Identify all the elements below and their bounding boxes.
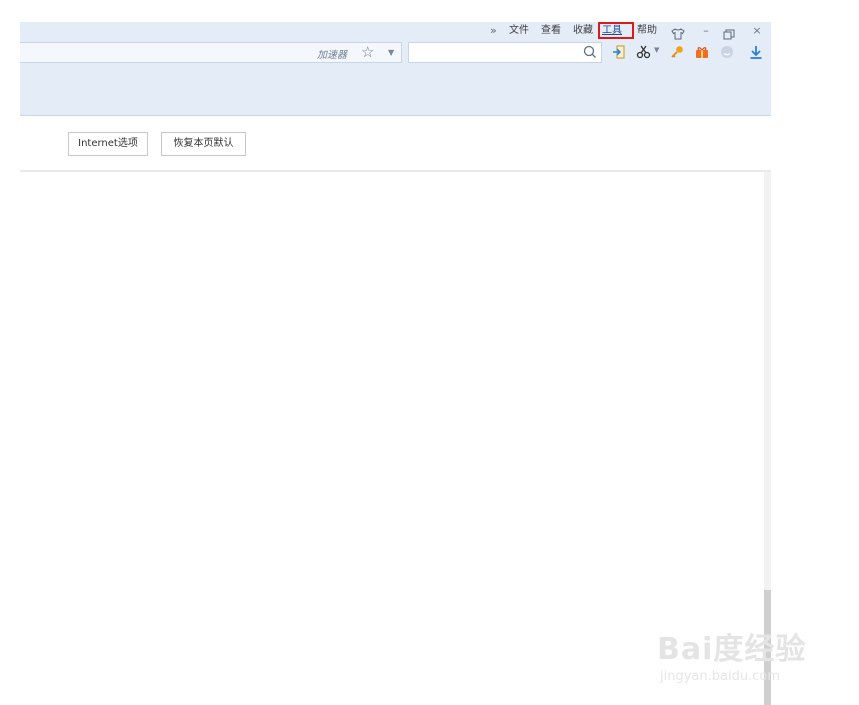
watermark-logo: Bai度经验 — [657, 632, 807, 667]
menu-tools[interactable]: 工具 — [598, 22, 634, 39]
menu-file[interactable]: 文件 — [509, 22, 529, 39]
browser-chrome — [20, 22, 771, 116]
menu-favorites[interactable]: 收藏 — [573, 22, 593, 39]
accelerator-label[interactable]: 加速器 — [317, 46, 347, 61]
login-icon[interactable] — [611, 44, 627, 60]
divider — [20, 170, 771, 172]
internet-options-button[interactable]: Internet选项 — [68, 132, 148, 156]
menu-overflow-icon[interactable]: » — [490, 22, 497, 39]
minimize-button[interactable]: – — [699, 22, 713, 39]
download-icon[interactable] — [748, 44, 764, 60]
star-icon[interactable]: ☆ — [361, 42, 374, 62]
shirt-icon[interactable] — [671, 25, 685, 40]
menu-view[interactable]: 查看 — [541, 22, 561, 39]
search-input[interactable] — [408, 42, 602, 63]
gift-icon[interactable] — [694, 44, 710, 60]
caret-down-icon[interactable]: ▼ — [388, 44, 394, 62]
key-icon[interactable] — [669, 44, 685, 60]
smiley-icon[interactable] — [719, 44, 735, 60]
close-button[interactable]: × — [750, 22, 764, 39]
watermark-url: jingyan.baidu.com — [660, 669, 780, 684]
restore-icon[interactable] — [723, 25, 735, 40]
restore-defaults-button[interactable]: 恢复本页默认 — [161, 132, 246, 156]
scissors-icon[interactable] — [636, 44, 652, 60]
scissors-caret-icon[interactable]: ▼ — [654, 46, 659, 54]
menu-help[interactable]: 帮助 — [637, 22, 657, 39]
search-icon[interactable] — [582, 44, 598, 60]
